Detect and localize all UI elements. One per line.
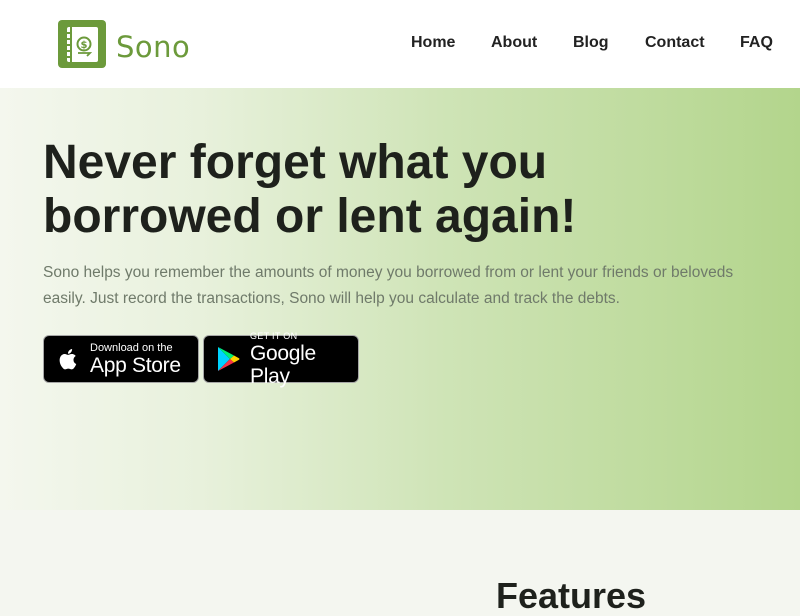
app-store-label: App Store: [90, 353, 181, 377]
nav-home[interactable]: Home: [411, 34, 455, 52]
hero-section: Never forget what you borrowed or lent a…: [0, 88, 800, 510]
nav-about[interactable]: About: [491, 34, 537, 52]
site-header: $ Sono Home About Blog Contact FAQ: [0, 0, 800, 88]
google-play-icon: [218, 347, 240, 371]
hero-description: Sono helps you remember the amounts of m…: [43, 264, 734, 307]
google-play-label: Google Play: [250, 342, 316, 388]
nav-contact[interactable]: Contact: [645, 34, 705, 52]
app-store-button[interactable]: Download on the App Store: [43, 335, 199, 383]
google-play-button[interactable]: GET IT ON Google Play: [203, 331, 359, 388]
main-nav: Home About Blog Contact FAQ: [0, 34, 800, 56]
hero-title: Never forget what you borrowed or lent a…: [43, 136, 577, 243]
nav-blog[interactable]: Blog: [573, 34, 609, 52]
features-title: Features: [496, 575, 647, 616]
apple-icon: [59, 349, 77, 370]
nav-faq[interactable]: FAQ: [740, 34, 773, 52]
app-store-small-label: Download on the: [90, 341, 173, 354]
features-section: Features: [0, 510, 800, 616]
google-play-small-label: GET IT ON: [250, 331, 298, 341]
